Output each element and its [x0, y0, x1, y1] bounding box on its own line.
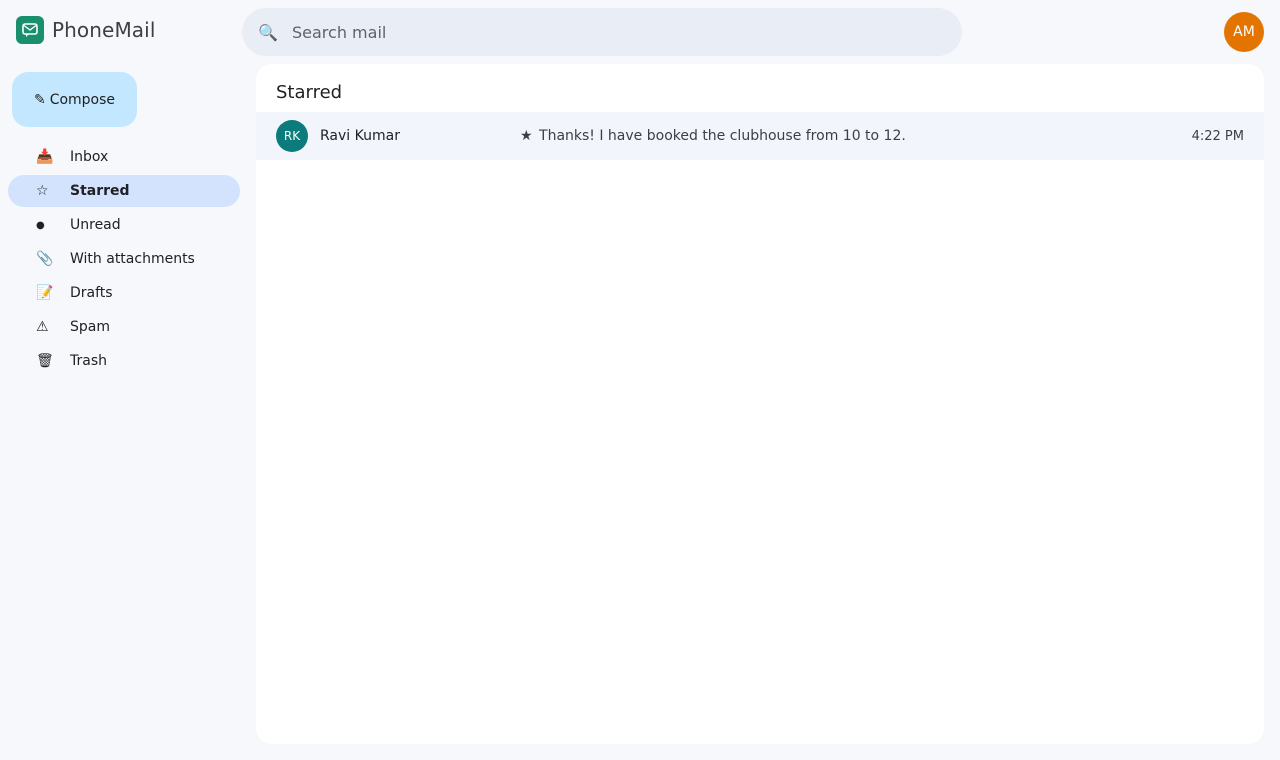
sidebar-item-unread[interactable]: ● Unread — [8, 209, 240, 241]
sender-name: Ravi Kumar — [320, 128, 400, 144]
sidebar-item-label: Drafts — [70, 285, 113, 301]
sidebar-item-starred[interactable]: ☆ Starred — [8, 175, 240, 207]
account-avatar[interactable]: AM — [1224, 12, 1264, 52]
star-icon[interactable]: ★ — [520, 128, 533, 144]
page-title: Starred — [276, 82, 343, 103]
sidebar-item-with-attachments[interactable]: 📎 With attachments — [8, 243, 240, 275]
message-snippet: ★ Thanks! I have booked the clubhouse fr… — [520, 128, 1192, 144]
app-name: PhoneMail — [52, 18, 156, 42]
compose-label: Compose — [49, 91, 116, 108]
search-bar[interactable]: 🔍 — [242, 8, 962, 56]
sidebar-item-label: With attachments — [70, 251, 195, 267]
sidebar-item-label: Inbox — [70, 149, 109, 165]
sidebar: ✎ Compose 📥 Inbox ☆ Starred ● Unread 📎 W… — [0, 64, 256, 760]
search-icon[interactable]: 🔍 — [242, 23, 292, 42]
folder-nav: 📥 Inbox ☆ Starred ● Unread 📎 With attach… — [8, 141, 240, 379]
brand[interactable]: PhoneMail — [16, 16, 155, 44]
sidebar-item-trash[interactable]: 🗑 Trash — [8, 345, 240, 377]
message-time: 4:22 PM — [1191, 128, 1244, 144]
sidebar-item-label: Trash — [70, 353, 107, 369]
sidebar-item-drafts[interactable]: 📝 Drafts — [8, 277, 240, 309]
compose-button[interactable]: ✎ Compose — [12, 72, 137, 127]
sidebar-item-inbox[interactable]: 📥 Inbox — [8, 141, 240, 173]
sidebar-item-label: Starred — [70, 183, 130, 199]
sidebar-item-spam[interactable]: ⚠ Spam — [8, 311, 240, 343]
sidebar-item-label: Spam — [70, 319, 110, 335]
pencil-icon: ✎ — [33, 91, 46, 108]
message-list-panel: Starred RK Ravi Kumar ★ Thanks! I have b… — [256, 64, 1264, 744]
mail-chat-icon — [16, 16, 44, 44]
list-item[interactable]: RK Ravi Kumar ★ Thanks! I have booked th… — [256, 112, 1264, 160]
avatar: RK — [276, 120, 308, 152]
snippet-text: Thanks! I have booked the clubhouse from… — [539, 128, 906, 144]
top-bar: PhoneMail 🔍 AM — [0, 0, 1280, 64]
sidebar-item-label: Unread — [70, 217, 121, 233]
search-input[interactable] — [292, 8, 932, 56]
